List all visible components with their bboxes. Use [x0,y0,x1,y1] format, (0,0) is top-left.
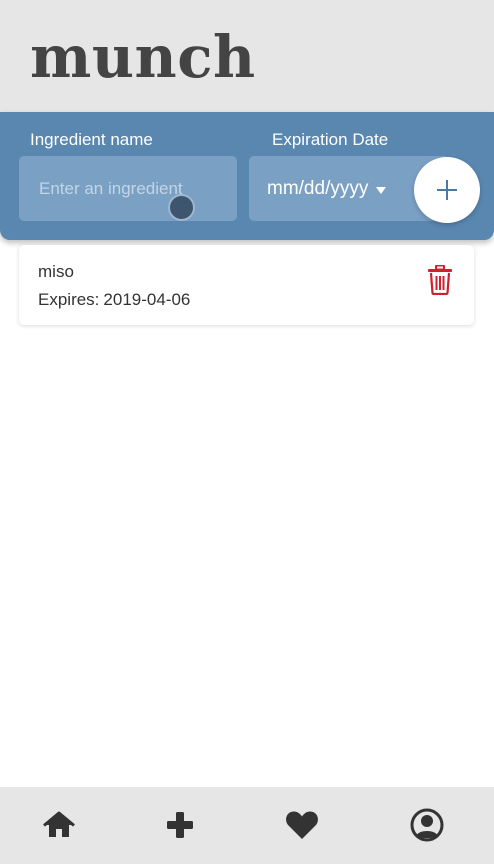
dropdown-arrow-icon[interactable] [376,187,387,194]
ingredient-expiry: Expires: 2019-04-06 [38,290,190,310]
nav-profile-button[interactable] [409,807,445,843]
add-ingredient-form: Ingredient name Expiration Date mm/dd/yy… [0,112,494,240]
ingredient-card: miso Expires: 2019-04-06 [19,245,474,325]
date-placeholder: mm/dd/yyyy [267,177,369,199]
nav-home-button[interactable] [41,807,77,843]
ingredient-name-input[interactable] [19,156,237,221]
app: munch Ingredient name Expiration Date mm… [0,0,494,864]
delete-ingredient-button[interactable] [427,264,453,296]
expiry-date: 2019-04-06 [103,290,191,309]
expiration-date-label: Expiration Date [272,130,389,149]
ingredient-name-label: Ingredient name [30,130,153,149]
user-circle-icon [410,808,444,842]
expires-label: Expires: [38,290,100,309]
app-header: munch [0,0,494,112]
home-icon [43,811,75,837]
heart-icon [286,811,318,839]
app-title: munch [30,23,256,91]
ingredient-name: miso [38,262,74,281]
bottom-nav [0,787,494,864]
add-ingredient-button[interactable] [414,157,480,223]
nav-add-button[interactable] [162,807,198,843]
nav-favorites-button[interactable] [284,807,320,843]
trash-icon [428,264,452,296]
plus-icon [167,812,193,838]
touch-cursor [168,194,195,221]
